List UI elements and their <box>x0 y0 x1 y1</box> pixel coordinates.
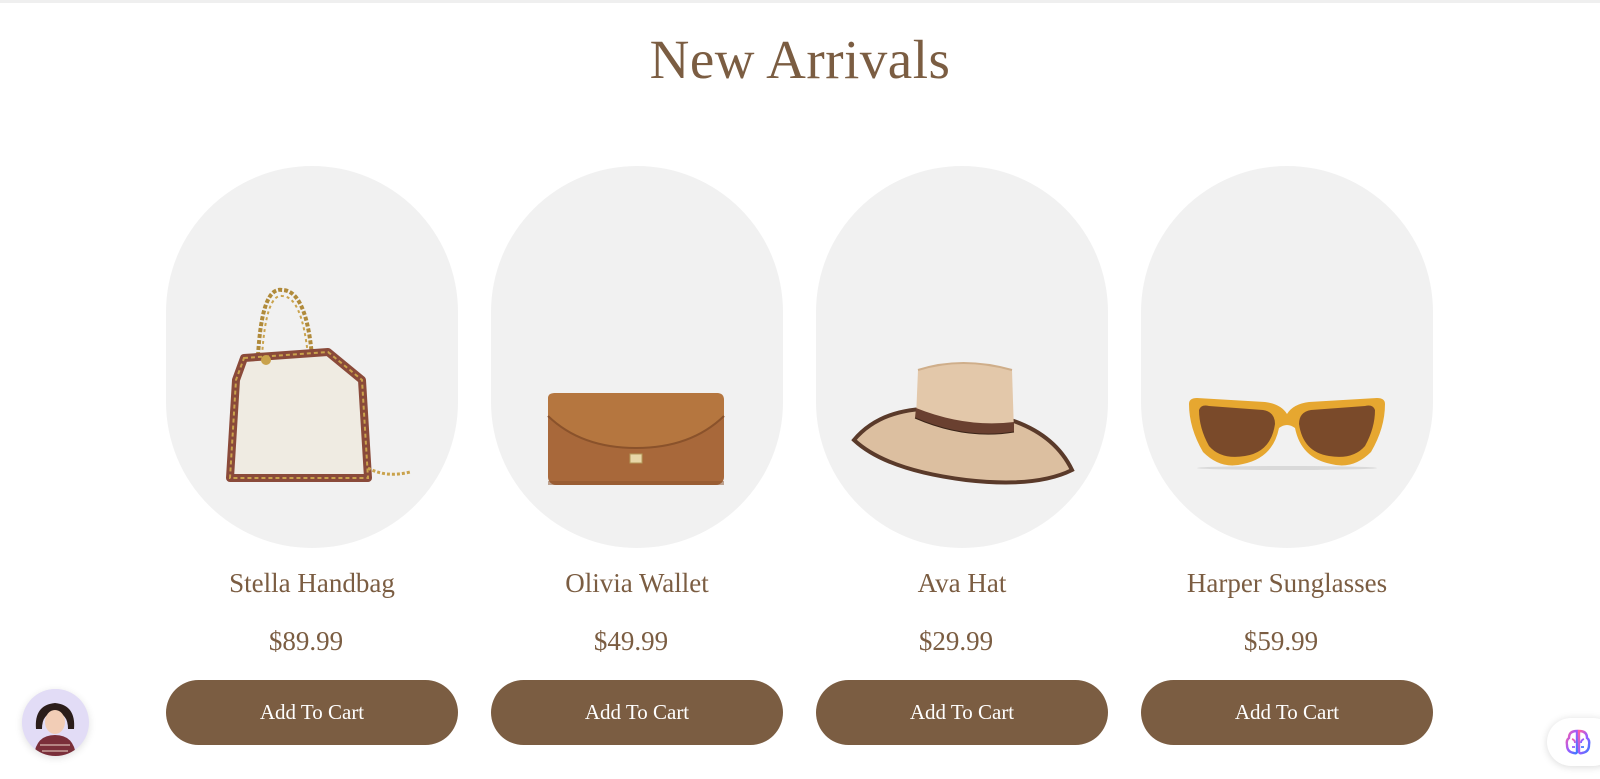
product-name[interactable]: Stella Handbag <box>166 568 458 599</box>
add-to-cart-button[interactable]: Add To Cart <box>816 680 1108 745</box>
product-image-handbag[interactable] <box>166 166 458 548</box>
product-image-sunglasses[interactable] <box>1141 166 1433 548</box>
product-card: Stella Handbag $89.99 Add To Cart <box>166 166 458 746</box>
brain-icon <box>1565 729 1591 755</box>
handbag-icon <box>226 287 411 482</box>
product-card: Olivia Wallet $49.99 Add To Cart <box>491 166 783 746</box>
product-price: $49.99 <box>593 626 669 656</box>
assistant-avatar[interactable] <box>22 689 89 756</box>
product-image-wallet[interactable] <box>491 166 783 548</box>
section-title: New Arrivals <box>649 29 951 90</box>
add-to-cart-button[interactable]: Add To Cart <box>1141 680 1433 745</box>
person-avatar-icon <box>22 689 88 756</box>
product-grid: Stella Handbag $89.99 Add To Cart Olivia… <box>0 166 1600 766</box>
add-to-cart-button[interactable]: Add To Cart <box>166 680 458 745</box>
ai-assistant-widget[interactable] <box>1547 718 1600 766</box>
add-to-cart-button[interactable]: Add To Cart <box>491 680 783 745</box>
top-divider <box>0 0 1600 3</box>
product-card: Harper Sunglasses $59.99 Add To Cart <box>1141 166 1433 746</box>
product-price: $59.99 <box>1243 626 1319 656</box>
product-name[interactable]: Olivia Wallet <box>491 568 783 599</box>
wallet-icon <box>547 393 725 485</box>
product-name[interactable]: Ava Hat <box>816 568 1108 599</box>
product-price: $29.99 <box>918 626 994 656</box>
product-price: $89.99 <box>268 626 344 656</box>
sunglasses-icon <box>1189 398 1385 470</box>
hat-icon <box>851 362 1075 485</box>
product-image-hat[interactable] <box>816 166 1108 548</box>
product-card: Ava Hat $29.99 Add To Cart <box>816 166 1108 746</box>
product-name[interactable]: Harper Sunglasses <box>1141 568 1433 599</box>
